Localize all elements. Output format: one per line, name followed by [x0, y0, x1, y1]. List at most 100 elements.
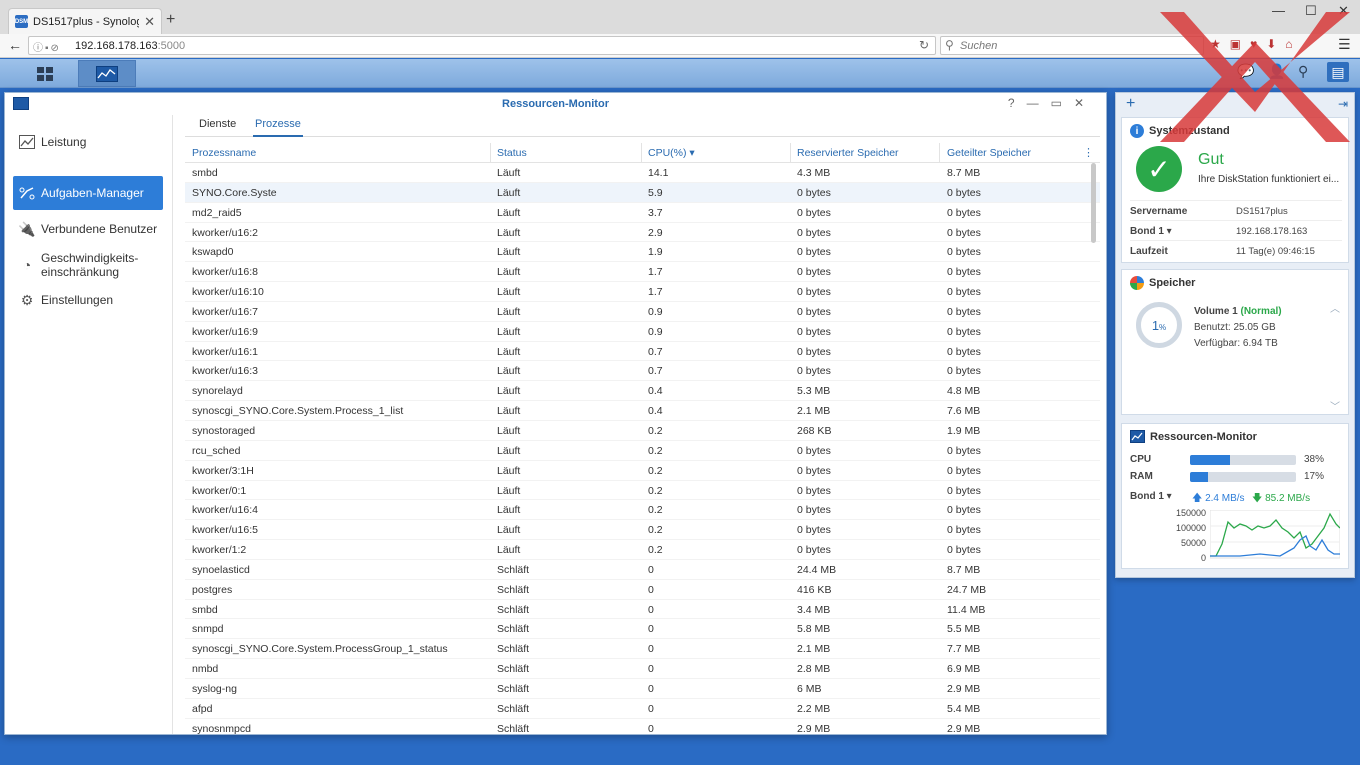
cell-prozessname: nmbd: [192, 663, 219, 676]
cell-status: Schläft: [497, 702, 530, 715]
cell-geteilter-speicher: 2.9 MB: [947, 682, 981, 695]
site-info-icon[interactable]: ⓘ▪⊘: [33, 39, 61, 54]
table-row[interactable]: kswapd0 Läuft 1.9 0 bytes 0 bytes: [185, 242, 1100, 263]
browser-tab-title: DS1517plus - Synology DiskS: [33, 15, 139, 28]
column-header-geteilter-speicher[interactable]: Geteilter Speicher: [947, 147, 1031, 159]
table-row[interactable]: md2_raid5 Läuft 3.7 0 bytes 0 bytes: [185, 203, 1100, 223]
cell-geteilter-speicher: 0 bytes: [947, 524, 981, 537]
minimize-window-icon[interactable]: —: [1272, 3, 1285, 18]
tab-prozesse[interactable]: Prozesse: [253, 118, 303, 137]
column-menu-icon[interactable]: ⋮: [1083, 146, 1094, 159]
tab-dienste[interactable]: Dienste: [197, 118, 238, 137]
toolbar-extension-icons[interactable]: ★▣♥⬇⌂: [1210, 37, 1302, 51]
table-row[interactable]: snmpd Schläft 0 5.8 MB 5.5 MB: [185, 619, 1100, 640]
maximize-window-icon[interactable]: ☐: [1305, 3, 1317, 19]
url-bar[interactable]: ⓘ▪⊘ 192.168.178.163:5000 ↻: [28, 36, 936, 55]
table-scrollbar[interactable]: [1091, 163, 1096, 243]
chevron-down-icon[interactable]: ﹀: [1330, 398, 1340, 413]
close-tab-icon[interactable]: ✕: [144, 14, 155, 30]
table-row[interactable]: synostoraged Läuft 0.2 268 KB 1.9 MB: [185, 421, 1100, 441]
minimize-icon[interactable]: —: [1027, 96, 1051, 110]
maximize-icon[interactable]: ▭: [1051, 96, 1074, 110]
chart-line-icon: [19, 134, 35, 150]
back-arrow-icon[interactable]: ←: [8, 37, 22, 53]
table-row[interactable]: kworker/0:1 Läuft 0.2 0 bytes 0 bytes: [185, 481, 1100, 501]
table-row[interactable]: kworker/u16:1 Läuft 0.7 0 bytes 0 bytes: [185, 342, 1100, 362]
add-widget-icon[interactable]: +: [1126, 95, 1135, 113]
close-icon[interactable]: ✕: [1074, 96, 1096, 110]
cell-cpu: 0.7: [648, 345, 663, 358]
cell-reservierter-speicher: 0 bytes: [797, 206, 831, 219]
cell-status: Läuft: [497, 524, 521, 537]
chevron-up-icon[interactable]: ︿: [1330, 300, 1340, 315]
table-row[interactable]: kworker/u16:7 Läuft 0.9 0 bytes 0 bytes: [185, 302, 1100, 322]
table-row[interactable]: kworker/u16:8 Läuft 1.7 0 bytes 0 bytes: [185, 262, 1100, 283]
column-header-status[interactable]: Status: [497, 147, 527, 159]
table-row[interactable]: synoscgi_SYNO.Core.System.ProcessGroup_1…: [185, 639, 1100, 660]
table-row[interactable]: kworker/u16:3 Läuft 0.7 0 bytes 0 bytes: [185, 361, 1100, 382]
sidebar-item-verbundene-benutzer[interactable]: 🔌 Verbundene Benutzer: [13, 212, 163, 246]
cell-prozessname: kworker/u16:4: [192, 504, 258, 517]
table-row[interactable]: kworker/3:1H Läuft 0.2 0 bytes 0 bytes: [185, 461, 1100, 481]
table-row[interactable]: kworker/1:2 Läuft 0.2 0 bytes 0 bytes: [185, 540, 1100, 560]
column-header-reservierter-speicher[interactable]: Reservierter Speicher: [797, 147, 899, 159]
main-menu-button[interactable]: [16, 60, 74, 87]
cell-geteilter-speicher: 0 bytes: [947, 325, 981, 338]
user-icon[interactable]: 👤: [1268, 63, 1285, 80]
table-row[interactable]: smbd Schläft 0 3.4 MB 11.4 MB: [185, 600, 1100, 620]
sidebar-item-aufgaben-manager[interactable]: Aufgaben-Manager: [13, 176, 163, 210]
new-tab-icon[interactable]: +: [166, 11, 175, 29]
info-row[interactable]: Bond 1 ▾ 192.168.178.163: [1130, 220, 1342, 240]
cell-geteilter-speicher: 0 bytes: [947, 206, 981, 219]
network-interface-select[interactable]: Bond 1 ▾: [1130, 491, 1172, 502]
table-row[interactable]: synoscgi_SYNO.Core.System.Process_1_list…: [185, 401, 1100, 421]
help-icon[interactable]: ?: [1008, 96, 1027, 110]
search-input[interactable]: ⚲ Suchen: [940, 36, 1204, 55]
cell-geteilter-speicher: 0 bytes: [947, 305, 981, 318]
table-row[interactable]: kworker/u16:5 Läuft 0.2 0 bytes 0 bytes: [185, 520, 1100, 541]
menu-icon[interactable]: ☰: [1338, 36, 1351, 53]
ram-usage-bar: [1190, 472, 1296, 482]
table-row[interactable]: kworker/u16:9 Läuft 0.9 0 bytes 0 bytes: [185, 322, 1100, 342]
table-row[interactable]: afpd Schläft 0 2.2 MB 5.4 MB: [185, 699, 1100, 719]
widgets-icon[interactable]: ▤: [1327, 62, 1349, 82]
table-row[interactable]: rcu_sched Läuft 0.2 0 bytes 0 bytes: [185, 441, 1100, 461]
close-window-icon[interactable]: ✕: [1338, 3, 1349, 19]
cell-geteilter-speicher: 0 bytes: [947, 444, 981, 457]
column-header-prozessname[interactable]: Prozessname: [192, 147, 256, 159]
cell-status: Läuft: [497, 504, 521, 517]
table-row[interactable]: kworker/u16:2 Läuft 2.9 0 bytes 0 bytes: [185, 223, 1100, 243]
table-row[interactable]: kworker/u16:4 Läuft 0.2 0 bytes 0 bytes: [185, 500, 1100, 521]
cell-geteilter-speicher: 0 bytes: [947, 504, 981, 517]
cell-geteilter-speicher: 5.4 MB: [947, 702, 981, 715]
resource-monitor-taskbar-button[interactable]: [78, 60, 136, 87]
column-header-cpu[interactable]: CPU(%) ▾: [648, 147, 695, 159]
sidebar-item-geschwindigkeitseinschraenkung[interactable]: ◔ Geschwindigkeits- einschränkung: [13, 248, 163, 282]
pin-panel-icon[interactable]: ⇥: [1338, 97, 1348, 111]
cpu-usage-bar: [1190, 455, 1296, 465]
window-titlebar[interactable]: Ressourcen-Monitor ?—▭✕: [5, 93, 1106, 115]
table-row[interactable]: synorelayd Läuft 0.4 5.3 MB 4.8 MB: [185, 381, 1100, 402]
table-row[interactable]: synosnmpcd Schläft 0 2.9 MB 2.9 MB: [185, 719, 1100, 734]
table-row[interactable]: postgres Schläft 0 416 KB 24.7 MB: [185, 580, 1100, 600]
table-row[interactable]: syslog-ng Schläft 0 6 MB 2.9 MB: [185, 679, 1100, 699]
search-icon[interactable]: ⚲: [1298, 63, 1308, 80]
table-row[interactable]: SYNO.Core.Syste Läuft 5.9 0 bytes 0 bytes: [185, 182, 1100, 203]
volume-title: Volume 1 (Normal): [1194, 306, 1282, 317]
cell-cpu: 0: [648, 583, 654, 596]
widget-title: Speicher: [1130, 276, 1195, 290]
resource-monitor-widget: Ressourcen-Monitor CPU 38% RAM 17% Bond …: [1121, 423, 1349, 569]
main-content: Dienste Prozesse Prozessname Status CPU(…: [185, 115, 1100, 734]
cell-status: Läuft: [497, 365, 521, 378]
table-row[interactable]: nmbd Schläft 0 2.8 MB 6.9 MB: [185, 659, 1100, 679]
browser-tab[interactable]: DSM DS1517plus - Synology DiskS ✕: [8, 8, 162, 34]
table-row[interactable]: kworker/u16:10 Läuft 1.7 0 bytes 0 bytes: [185, 282, 1100, 302]
reload-icon[interactable]: ↻: [919, 38, 929, 52]
resource-monitor-icon: [96, 65, 118, 82]
table-row[interactable]: synoelasticd Schläft 0 24.4 MB 8.7 MB: [185, 560, 1100, 580]
table-row[interactable]: smbd Läuft 14.1 4.3 MB 8.7 MB: [185, 163, 1100, 183]
sidebar-item-einstellungen[interactable]: ⚙ Einstellungen: [13, 283, 163, 317]
sidebar-item-leistung[interactable]: Leistung: [13, 125, 163, 159]
plug-icon: 🔌: [18, 220, 36, 237]
notification-icon[interactable]: 💬: [1237, 63, 1254, 80]
